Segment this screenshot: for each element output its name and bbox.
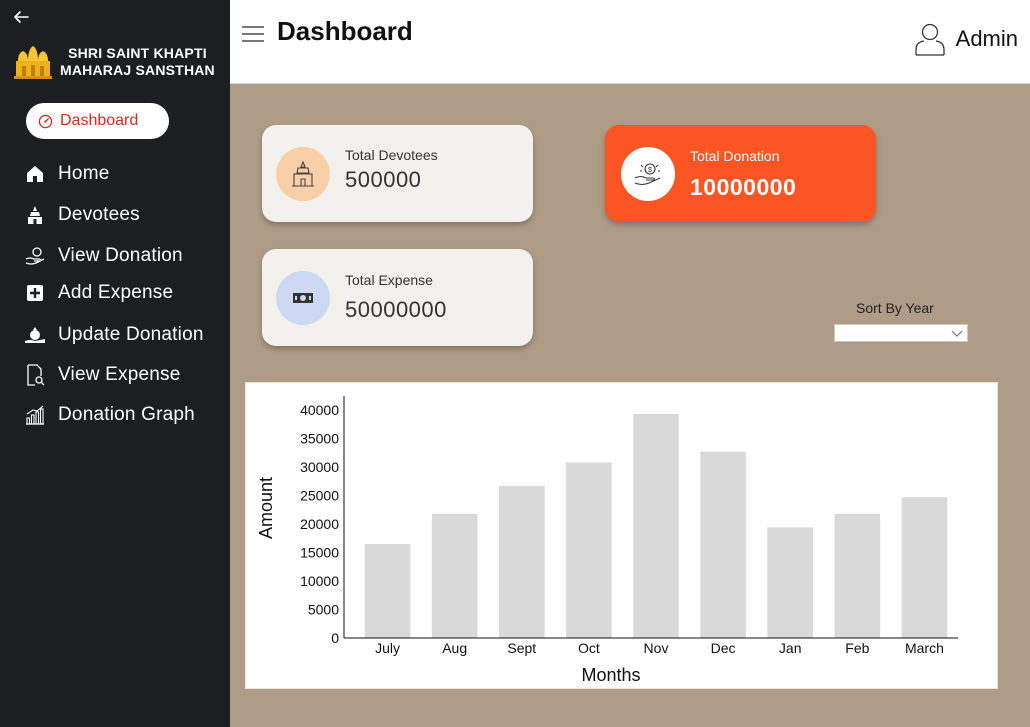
hand-coin-icon: $ [621,146,675,201]
speedometer-icon [38,114,53,128]
y-axis-title: Amount [256,477,276,539]
sidebar-item-home[interactable]: Home [24,161,109,187]
temple-icon [24,204,46,226]
total-expense-card: Total Expense 50000000 [262,249,533,346]
bar-feb [834,513,881,638]
y-tick-label: 20000 [300,516,339,532]
sidebar: SHRI SAINT KHAPTI MAHARAJ SANSTHAN Dashb… [0,0,230,727]
sidebar-item-view-expense[interactable]: View Expense [24,362,180,388]
brand-line-2: MAHARAJ SANSTHAN [60,62,215,78]
bar-chart-icon [24,404,46,426]
total-donation-card: $ Total Donation 10000000 [605,125,876,222]
card-value: 50000000 [345,297,447,322]
sidebar-item-label: View Expense [58,364,181,385]
svg-text:$: $ [648,167,652,174]
banknote-icon [276,270,330,325]
back-arrow-icon[interactable] [12,8,30,26]
sort-by-year-label: Sort By Year [856,300,934,316]
bar-march [901,497,948,638]
x-tick-label: Nov [644,640,669,656]
sidebar-item-donation-graph[interactable]: Donation Graph [24,402,195,428]
y-tick-label: 40000 [300,402,339,418]
sidebar-item-label: Devotees [58,204,140,225]
temple-icon [276,146,330,201]
card-label: Total Donation [690,148,780,164]
sidebar-item-label: Dashboard [60,112,139,129]
card-label: Total Expense [345,272,433,288]
x-tick-label: July [375,640,400,656]
card-value: 10000000 [690,174,797,200]
money-bag-icon [24,324,46,346]
sidebar-item-label: Add Expense [58,282,174,303]
y-tick-label: 15000 [300,545,339,561]
y-tick-label: 0 [331,630,339,646]
top-header: Dashboard Admin [230,0,1030,84]
sidebar-item-update-donation[interactable]: Update Donation [24,322,204,348]
card-label: Total Devotees [345,146,438,163]
y-tick-label: 35000 [300,431,339,447]
sidebar-item-label: Home [58,163,110,184]
sidebar-item-label: Donation Graph [58,404,195,425]
bar-oct [566,462,612,638]
y-tick-label: 10000 [300,573,339,589]
bar-sept [498,485,545,638]
user-menu[interactable]: Admin [914,22,1018,56]
sidebar-item-label: View Donation [58,245,183,266]
brand-name: SHRI SAINT KHAPTI MAHARAJ SANSTHAN [60,45,215,79]
page-title: Dashboard [277,16,413,46]
x-tick-label: March [905,640,944,656]
x-tick-label: Sept [507,640,536,656]
home-icon [24,163,46,185]
document-search-icon [24,364,46,386]
card-value: 500000 [345,166,422,192]
sidebar-item-label: Update Donation [58,324,204,345]
x-tick-label: Oct [578,640,600,656]
y-tick-label: 25000 [300,488,339,504]
sidebar-item-dashboard[interactable]: Dashboard [26,103,169,139]
x-tick-label: Feb [845,640,869,656]
y-tick-label: 5000 [308,602,339,618]
brand: SHRI SAINT KHAPTI MAHARAJ SANSTHAN [14,42,226,82]
bar-july [364,543,411,638]
plus-box-icon [24,282,46,304]
hand-coin-icon [24,245,46,267]
user-name: Admin [955,26,1018,51]
y-tick-label: 30000 [300,459,339,475]
total-devotees-card: Total Devotees 500000 [262,125,533,222]
donation-chart-panel: 0 5000 10000 15000 20000 25000 30000 35000 40000… [245,382,998,689]
bar-jan [767,527,814,638]
chevron-down-icon [951,330,963,337]
sidebar-item-add-expense[interactable]: Add Expense [24,280,173,306]
x-tick-label: Jan [779,640,802,656]
temple-logo-icon [14,46,52,79]
sidebar-item-view-donation[interactable]: View Donation [24,243,183,269]
x-tick-label: Aug [442,640,467,656]
bar-dec [700,451,746,638]
bar-aug [431,513,478,638]
brand-line-1: SHRI SAINT KHAPTI [68,45,207,61]
x-axis-title: Months [581,665,640,685]
bar-nov [633,413,679,638]
donation-bar-chart: 0 5000 10000 15000 20000 25000 30000 35000 40000… [256,396,958,685]
hamburger-menu-icon[interactable] [242,26,264,42]
x-tick-label: Dec [711,640,736,656]
user-avatar-icon [914,23,945,56]
sort-by-year-select[interactable] [834,324,968,342]
sidebar-item-devotees[interactable]: Devotees [24,202,140,228]
